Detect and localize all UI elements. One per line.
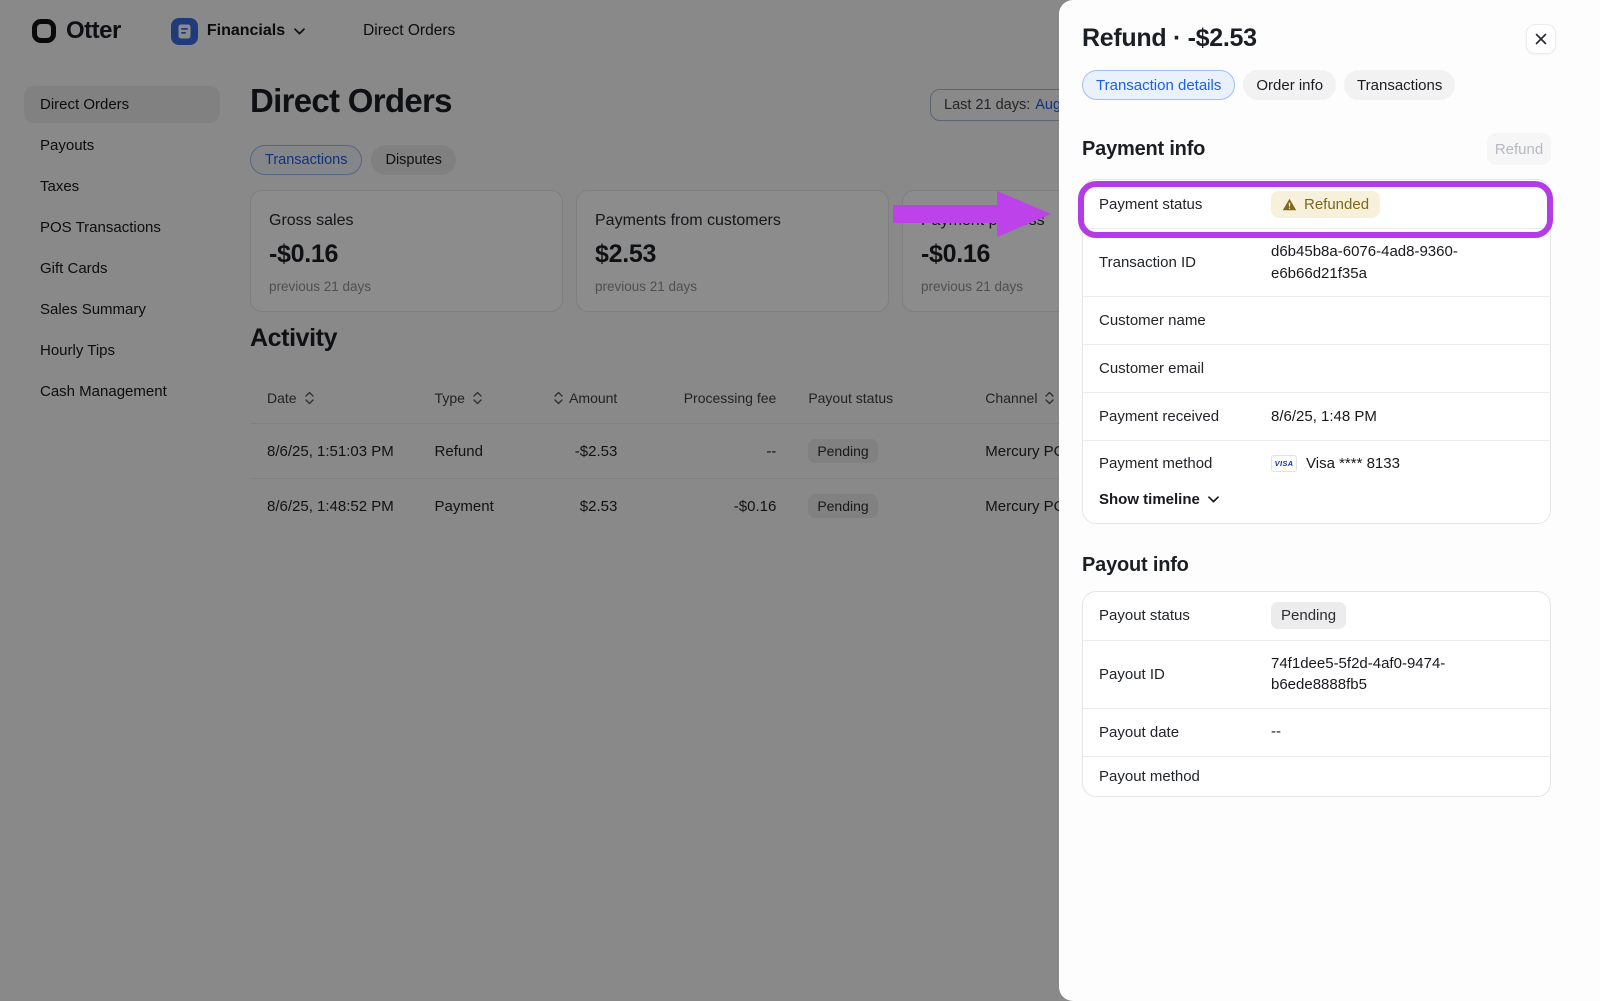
payment-info-header: Payment info Refund xyxy=(1082,133,1551,165)
payout-id-row: Payout ID 74f1dee5-5f2d-4af0-9474-b6ede8… xyxy=(1083,640,1550,708)
payment-status-label: Payment status xyxy=(1099,196,1271,213)
payment-received-label: Payment received xyxy=(1099,408,1271,425)
payout-date-value: -- xyxy=(1271,721,1281,743)
show-timeline-label: Show timeline xyxy=(1099,491,1200,508)
payment-method-row: Payment method VISA Visa **** 8133 Show … xyxy=(1083,440,1550,523)
refunded-status-badge: Refunded xyxy=(1271,191,1380,218)
close-button[interactable] xyxy=(1526,24,1556,54)
transaction-id-row: Transaction ID d6b45b8a-6076-4ad8-9360-e… xyxy=(1083,228,1550,296)
transaction-detail-panel: Refund · -$2.53 Transaction details Orde… xyxy=(1059,0,1600,1001)
payment-method-value: Visa **** 8133 xyxy=(1306,453,1400,475)
payment-info-title: Payment info xyxy=(1082,138,1205,161)
payout-status-label: Payout status xyxy=(1099,607,1271,624)
customer-name-row: Customer name xyxy=(1083,296,1550,344)
panel-title: Refund · -$2.53 xyxy=(1082,24,1551,53)
warning-icon xyxy=(1282,198,1297,211)
customer-email-row: Customer email xyxy=(1083,344,1550,392)
payment-received-row: Payment received 8/6/25, 1:48 PM xyxy=(1083,392,1550,440)
refunded-status-text: Refunded xyxy=(1304,196,1369,213)
transaction-id-value: d6b45b8a-6076-4ad8-9360-e6b66d21f35a xyxy=(1271,241,1483,285)
payout-date-label: Payout date xyxy=(1099,724,1271,741)
transaction-id-label: Transaction ID xyxy=(1099,254,1271,271)
payout-id-value: 74f1dee5-5f2d-4af0-9474-b6ede8888fb5 xyxy=(1271,653,1483,697)
payout-id-label: Payout ID xyxy=(1099,666,1271,683)
refund-button[interactable]: Refund xyxy=(1487,133,1551,165)
payout-method-row: Payout method xyxy=(1083,756,1550,796)
tab-transactions-panel[interactable]: Transactions xyxy=(1344,70,1455,100)
payout-method-label: Payout method xyxy=(1099,768,1271,785)
payment-method-label: Payment method xyxy=(1099,455,1271,472)
chevron-down-icon xyxy=(1208,496,1219,503)
customer-email-label: Customer email xyxy=(1099,360,1271,377)
payment-received-value: 8/6/25, 1:48 PM xyxy=(1271,406,1377,428)
payment-status-row: Payment status Refunded xyxy=(1083,180,1550,228)
payout-info-header: Payout info xyxy=(1082,554,1551,577)
visa-card-icon: VISA xyxy=(1271,455,1297,472)
tab-order-info[interactable]: Order info xyxy=(1243,70,1336,100)
close-icon xyxy=(1535,33,1547,45)
payout-info-card: Payout status Pending Payout ID 74f1dee5… xyxy=(1082,591,1551,797)
customer-name-label: Customer name xyxy=(1099,312,1271,329)
payout-date-row: Payout date -- xyxy=(1083,708,1550,756)
payment-info-card: Payment status Refunded Transaction ID d… xyxy=(1082,179,1551,524)
payout-status-row: Payout status Pending xyxy=(1083,592,1550,640)
tab-transaction-details[interactable]: Transaction details xyxy=(1082,70,1235,100)
payout-info-title: Payout info xyxy=(1082,554,1189,577)
pending-status-badge: Pending xyxy=(1271,602,1346,629)
panel-tabs: Transaction details Order info Transacti… xyxy=(1082,70,1551,100)
show-timeline-toggle[interactable]: Show timeline xyxy=(1099,491,1534,508)
